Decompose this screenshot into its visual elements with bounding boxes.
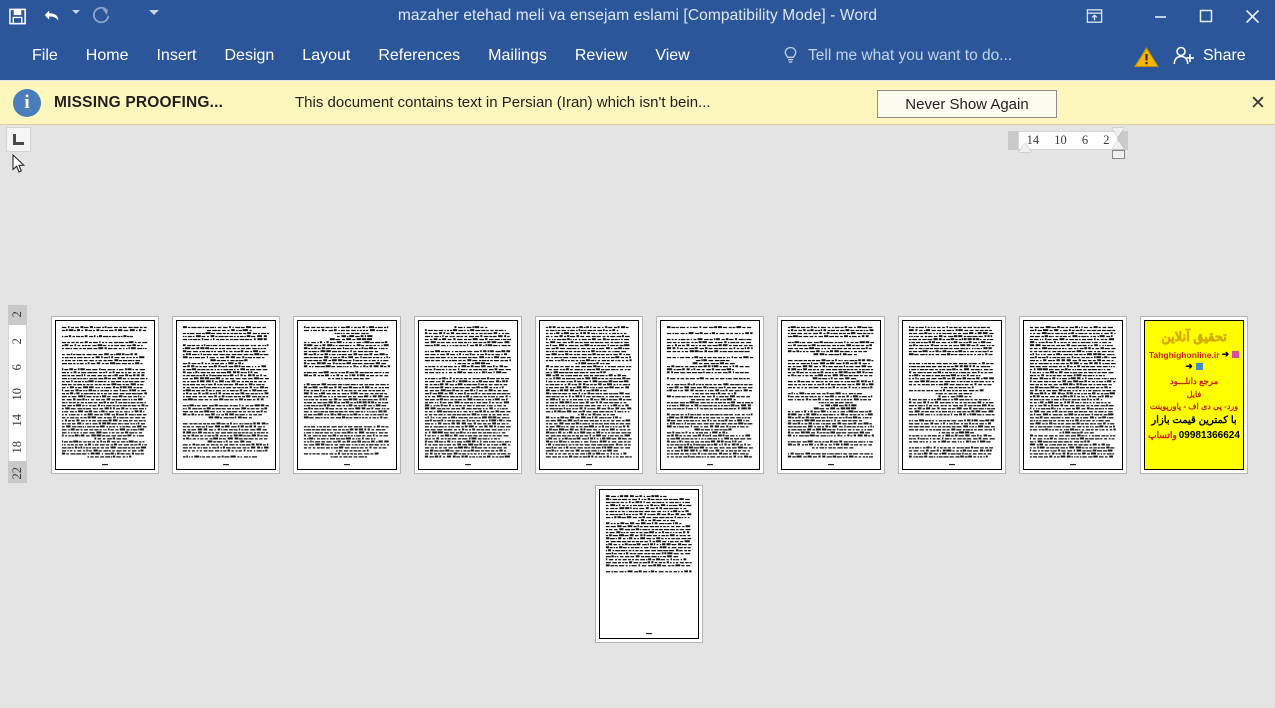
ad-badge-pink-icon [1232,351,1240,358]
window-controls [1073,0,1275,32]
warning-icon[interactable] [1131,45,1161,69]
ad-site-row2: ➜ [1185,361,1203,372]
page-thumbnail[interactable] [414,316,522,474]
tell-me-placeholder-text: Tell me what you want to do... [808,46,1013,64]
first-line-indent-marker-icon[interactable] [1112,128,1124,137]
page-thumbnail[interactable] [595,485,703,643]
page-thumbnail[interactable] [1019,316,1127,474]
tell-me-search[interactable]: Tell me what you want to do... [782,32,1012,79]
page-content [902,320,1002,470]
page-content [599,489,699,639]
message-bar-title: MISSING PROOFING... [54,94,224,111]
tab-review[interactable]: Review [561,32,641,79]
page-content [176,320,276,470]
minimize-icon[interactable] [1137,0,1183,32]
share-button[interactable]: Share [1172,32,1246,79]
ad-line-4: فایل [1186,390,1202,399]
page-thumbnail[interactable] [898,316,1006,474]
ad-headline: تحقیق آنلاین [1161,329,1227,344]
arrow-left-icon: ➜ [1221,349,1230,359]
undo-icon[interactable] [34,1,68,31]
page-thumbnail[interactable]: تحقیق آنلاین Tahghighonline.ir ➜ ➜ مرجع دانل… [1140,316,1248,474]
share-label: Share [1203,46,1246,64]
page-thumbnail[interactable] [656,316,764,474]
page-thumbnail[interactable] [293,316,401,474]
message-bar-close-icon[interactable]: ✕ [1244,81,1272,125]
tab-references[interactable]: References [364,32,474,79]
quick-access-toolbar [0,0,162,32]
page-thumbnail[interactable] [777,316,885,474]
page-content: تحقیق آنلاین Tahghighonline.ir ➜ ➜ مرجع دانل… [1144,320,1244,470]
page-thumbnail[interactable] [535,316,643,474]
arrow-left-icon-2: ➜ [1185,361,1193,371]
page-content [539,320,639,470]
hruler-tick-2: 2 [1103,133,1110,147]
hruler-tick-10: 10 [1054,133,1067,147]
ribbon-display-options-icon[interactable] [1073,0,1115,32]
page-thumbnail[interactable] [51,316,159,474]
tab-layout[interactable]: Layout [288,32,364,79]
ad-site: Tahghighonline.ir ➜ [1148,349,1240,360]
tab-insert[interactable]: Insert [142,32,210,79]
tab-mailings[interactable]: Mailings [474,32,561,79]
document-canvas[interactable]: تحقیق آنلاین Tahghighonline.ir ➜ ➜ مرجع دانل… [0,156,1275,708]
tab-home[interactable]: Home [72,32,143,79]
title-bar: mazaher etehad meli va ensejam eslami [C… [0,0,1275,32]
page-content [55,320,155,470]
page-content [297,320,397,470]
tab-design[interactable]: Design [210,32,288,79]
redo-icon[interactable] [84,1,118,31]
ribbon-tab-bar: File Home Insert Design Layout Reference… [0,32,1275,79]
ad-whatsapp-label: واتساپ [1148,430,1177,440]
ribbon-divider [0,77,1275,80]
ad-line-5: ورد- پی دی اف - پاورپوینت [1149,402,1239,411]
page-content [781,320,881,470]
message-bar-body: This document contains text in Persian (… [295,94,711,111]
page-content [660,320,760,470]
ribbon-tabs: File Home Insert Design Layout Reference… [18,32,704,79]
ad-phone: 09981366624 [1178,430,1240,441]
left-tab-stop-icon [13,134,24,145]
tab-view[interactable]: View [641,32,703,79]
ad-line-3: مرجع دانلـــود [1169,376,1219,386]
never-show-again-button[interactable]: Never Show Again [877,90,1057,118]
lightbulb-icon [782,46,799,65]
ad-badge-blue-icon [1195,363,1203,370]
page-content [1023,320,1123,470]
info-icon: i [13,89,41,117]
page-content [418,320,518,470]
ad-contact: 09981366624 واتساپ [1148,430,1240,441]
ad-site-text: Tahghighonline.ir [1148,349,1220,360]
undo-dropdown-caret[interactable] [68,1,84,31]
word-application-window: mazaher etehad meli va ensejam eslami [C… [0,0,1275,708]
customize-qat-caret[interactable] [146,1,162,31]
left-indent-marker-icon[interactable] [1019,143,1031,152]
message-bar: i MISSING PROOFING... This document cont… [0,81,1275,125]
hruler-tick-6: 6 [1081,133,1089,147]
restore-icon[interactable] [1183,0,1229,32]
hanging-indent-marker-icon[interactable] [1112,140,1124,149]
close-icon[interactable] [1229,0,1275,32]
save-icon[interactable] [0,1,34,31]
person-add-icon [1172,45,1196,66]
advertisement-content: تحقیق آنلاین Tahghighonline.ir ➜ ➜ مرجع دانل… [1145,321,1243,469]
horizontal-ruler[interactable]: 14 10 6 2 [1018,131,1118,150]
ad-line-6: با کمترین قیمت بازار [1151,415,1237,426]
tab-file[interactable]: File [18,32,72,79]
page-thumbnail[interactable] [172,316,280,474]
tab-stop-selector[interactable] [6,127,31,152]
